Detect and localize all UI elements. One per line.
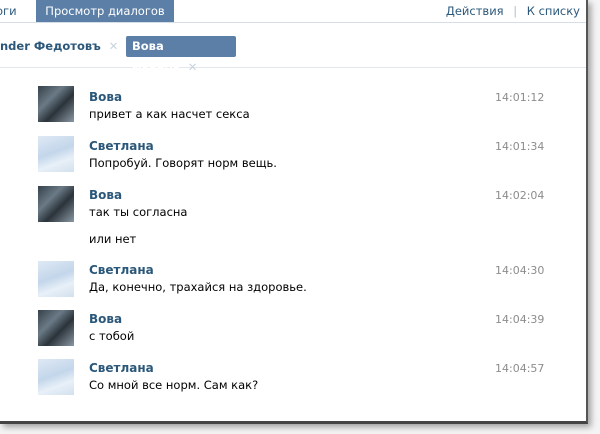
avatar[interactable]	[38, 86, 74, 122]
message-text: привет а как насчет секса	[89, 107, 250, 121]
close-icon[interactable]: ✕	[188, 60, 198, 74]
avatar[interactable]	[38, 310, 74, 346]
chat-tab-fedotov[interactable]: nder Федотовъ ✕	[0, 36, 124, 57]
message-time: 14:04:39	[495, 313, 545, 326]
avatar[interactable]	[38, 359, 74, 395]
message-author[interactable]: Вова	[89, 188, 122, 202]
top-navigation: оги Просмотр диалогов Действия | К списк…	[0, 0, 586, 23]
open-chats-bar: nder Федотовъ ✕ Вова Иванов ✕	[0, 23, 586, 74]
app-window: оги Просмотр диалогов Действия | К списк…	[0, 0, 588, 424]
message-author[interactable]: Светлана	[89, 139, 154, 153]
tab-dialogs[interactable]: оги	[0, 0, 30, 22]
message-time: 14:01:12	[495, 91, 545, 104]
actions-link[interactable]: Действия	[446, 4, 504, 18]
message-text: с тобой	[89, 329, 135, 343]
message-time: 14:02:04	[495, 189, 545, 202]
message-time: 14:01:34	[495, 140, 545, 153]
message-text: Попробуй. Говорят норм вещь.	[89, 156, 277, 170]
message-author[interactable]: Светлана	[89, 263, 154, 277]
avatar[interactable]	[38, 136, 74, 172]
tab-view-dialogs[interactable]: Просмотр диалогов	[36, 0, 174, 22]
message-text: или нет	[89, 232, 137, 246]
message-author[interactable]: Вова	[89, 90, 122, 104]
chat-tab-label: nder Федотовъ	[0, 39, 101, 53]
back-to-list-link[interactable]: К списку	[527, 4, 580, 18]
message-time: 14:04:57	[495, 362, 545, 375]
message-text: так ты согласна	[89, 205, 188, 219]
chat-tab-label: Вова Иванов	[132, 39, 180, 74]
message-time: 14:04:30	[495, 264, 545, 277]
message-text: Со мной все норм. Сам как?	[89, 378, 259, 392]
avatar[interactable]	[38, 186, 74, 222]
close-icon[interactable]: ✕	[109, 39, 119, 53]
message-author[interactable]: Вова	[89, 312, 122, 326]
actions-bar: Действия | К списку	[446, 0, 580, 22]
message-author[interactable]: Светлана	[89, 361, 154, 375]
actions-separator: |	[513, 4, 518, 18]
chat-tab-ivanov[interactable]: Вова Иванов ✕	[126, 36, 236, 74]
message-text: Да, конечно, трахайся на здоровье.	[89, 280, 307, 294]
avatar[interactable]	[38, 261, 74, 297]
